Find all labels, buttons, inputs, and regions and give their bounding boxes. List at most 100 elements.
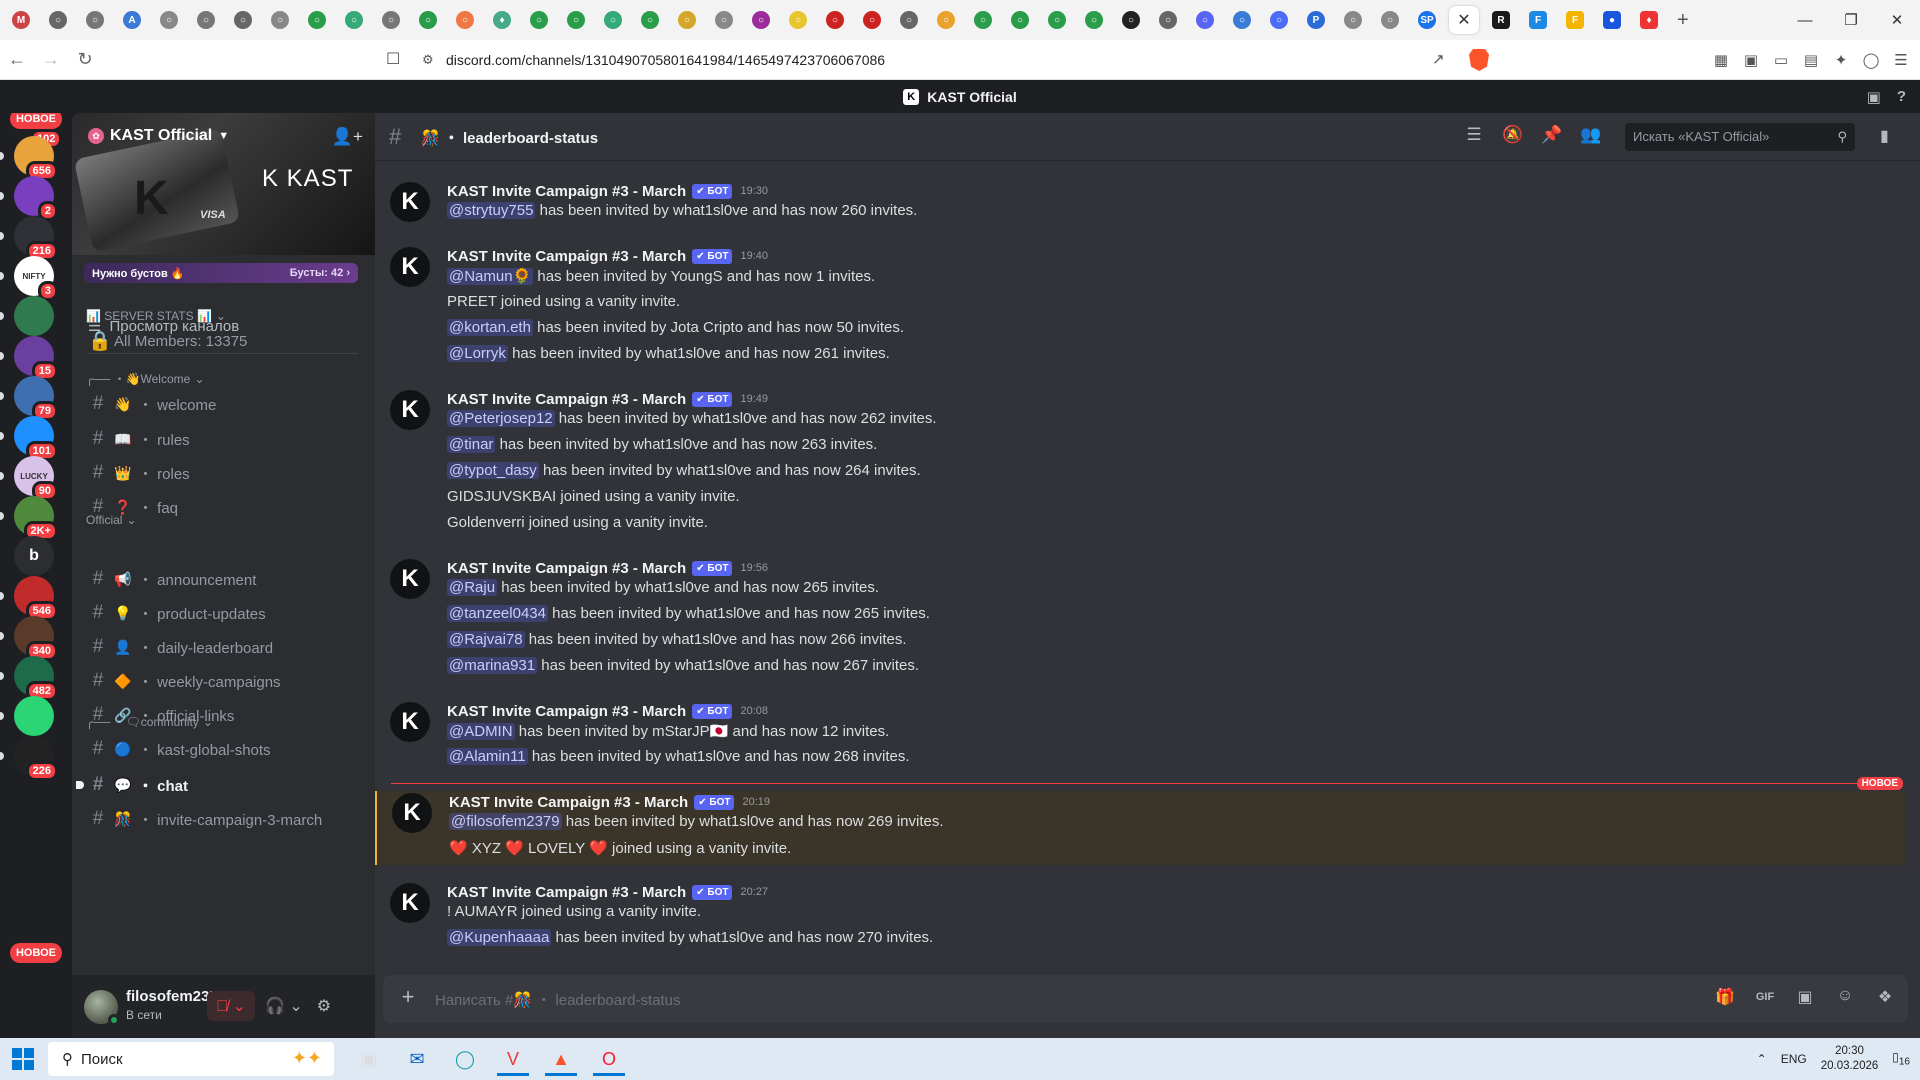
browser-tab[interactable]: A <box>117 6 147 34</box>
browser-tab[interactable]: ○ <box>709 6 739 34</box>
inbox-icon[interactable]: ▮ <box>1880 126 1889 146</box>
sticker-icon[interactable]: ▣ <box>1792 987 1818 1007</box>
extensions-icon[interactable]: ▦ <box>1706 51 1736 69</box>
server-icon[interactable]: 216 <box>14 216 58 261</box>
user-mention[interactable]: @ADMIN <box>447 723 515 740</box>
user-mention[interactable]: @kortan.eth <box>447 319 533 336</box>
server-icon[interactable]: 79 <box>14 376 58 421</box>
browser-tab[interactable]: ○ <box>1079 6 1109 34</box>
browser-tab[interactable]: ○ <box>746 6 776 34</box>
clock[interactable]: 20:30 20.03.2026 <box>1821 1044 1879 1074</box>
browser-tab[interactable]: ○ <box>561 6 591 34</box>
close-tab-icon[interactable]: ✕ <box>1455 11 1473 29</box>
gif-icon[interactable]: GIF <box>1752 987 1778 1007</box>
mute-mic-button[interactable]: 🎙̸ ⌄ <box>207 991 255 1021</box>
browser-tab[interactable]: ○ <box>968 6 998 34</box>
browser-tab[interactable]: ○ <box>413 6 443 34</box>
tray-overflow-icon[interactable]: ⌃ <box>1757 1052 1767 1066</box>
wallet-icon[interactable]: ▤ <box>1796 51 1826 69</box>
user-mention[interactable]: @marina931 <box>447 657 538 674</box>
user-mention[interactable]: @Kupenhaaaa <box>447 929 552 946</box>
channel-chat[interactable]: # 💬 ・ chat <box>76 769 363 801</box>
headphones-button[interactable]: 🎧 ⌄ <box>261 991 307 1021</box>
browser-tab[interactable]: ○ <box>1375 6 1405 34</box>
leo-icon[interactable]: ✦ <box>1826 51 1856 69</box>
server-icon[interactable] <box>14 696 54 736</box>
tab-search-icon[interactable]: ▣ <box>1736 51 1766 69</box>
channel-announcement[interactable]: # 📢 ・ announcement <box>88 563 363 595</box>
notifications-muted-icon[interactable]: 🔕 <box>1502 125 1524 145</box>
stat-channel-members[interactable]: 🔒 All Members: 13375 <box>88 325 363 357</box>
member-list-icon[interactable]: 👥 <box>1580 125 1602 145</box>
bookmark-icon[interactable]: ☐ <box>386 49 400 69</box>
browser-tab[interactable]: ○ <box>894 6 924 34</box>
browser-tab[interactable]: ○ <box>302 6 332 34</box>
browser-tab[interactable]: ○ <box>857 6 887 34</box>
channel-kast-global-shots[interactable]: # 🔵 ・ kast-global-shots <box>88 733 363 765</box>
user-mention[interactable]: @Rajvai78 <box>447 631 525 648</box>
server-icon[interactable]: 340 <box>14 616 58 661</box>
server-icon[interactable] <box>14 296 54 336</box>
user-mention[interactable]: @Raju <box>447 579 498 596</box>
browser-tab[interactable]: ○ <box>1190 6 1220 34</box>
browser-tab[interactable]: ○ <box>1116 6 1146 34</box>
browser-tab[interactable]: ○ <box>191 6 221 34</box>
server-icon[interactable]: 226 <box>14 736 58 781</box>
threads-icon[interactable]: ☰ <box>1463 125 1485 145</box>
bot-avatar[interactable]: K <box>390 182 430 222</box>
browser-tab[interactable]: ○ <box>1264 6 1294 34</box>
back-icon[interactable]: ← <box>0 43 34 77</box>
browser-tab[interactable]: ○ <box>635 6 665 34</box>
browser-tab[interactable]: F <box>1560 6 1590 34</box>
message-author[interactable]: KAST Invite Campaign #3 - March <box>449 794 688 811</box>
browser-tab[interactable]: ○ <box>228 6 258 34</box>
channel-official-links[interactable]: # 🔗 ・ official-links <box>88 699 363 731</box>
browser-tab[interactable]: ○ <box>1227 6 1257 34</box>
brave-icon[interactable]: ▲ <box>537 1042 585 1076</box>
channel-invite-campaign[interactable]: # 🎊 ・ invite-campaign-3-march <box>88 803 363 835</box>
channel-daily-leaderboard[interactable]: # 👤 ・ daily-leaderboard <box>88 631 363 663</box>
invite-people-icon[interactable]: 👤+ <box>332 127 363 147</box>
server-icon[interactable]: b <box>14 536 54 576</box>
browser-tab-active[interactable]: ✕ <box>1449 6 1479 34</box>
edge-icon[interactable]: ◯ <box>441 1042 489 1076</box>
settings-gear-icon[interactable]: ⚙ <box>313 991 335 1021</box>
user-mention[interactable]: @Alamin11 <box>447 748 528 765</box>
task-view-icon[interactable]: ▣ <box>345 1042 393 1076</box>
browser-tab[interactable]: ○ <box>80 6 110 34</box>
start-button[interactable] <box>12 1048 34 1070</box>
user-mention[interactable]: @Namun🌻 <box>447 268 534 285</box>
server-icon[interactable]: 656 <box>14 136 58 181</box>
reload-icon[interactable]: ↻ <box>68 43 102 77</box>
channel-weekly-campaigns[interactable]: # 🔶 ・ weekly-campaigns <box>88 665 363 697</box>
vpn-icon[interactable]: ◯ <box>1856 51 1886 69</box>
bot-avatar[interactable]: K <box>392 793 432 833</box>
browser-tab[interactable]: ○ <box>154 6 184 34</box>
restore-icon[interactable]: ❐ <box>1828 0 1874 40</box>
browser-tab[interactable]: ○ <box>43 6 73 34</box>
channel-rules[interactable]: # 📖 ・ rules <box>88 423 363 455</box>
browser-tab[interactable]: ○ <box>1005 6 1035 34</box>
server-icon[interactable]: LUCKY 90 <box>14 456 58 501</box>
screen-share-icon[interactable]: ▣ <box>1867 88 1881 106</box>
brave-shield-icon[interactable] <box>1469 49 1489 71</box>
taskbar-search[interactable]: ⚲ Поиск ✦✦ <box>48 1042 334 1076</box>
browser-tab[interactable]: ○ <box>1042 6 1072 34</box>
bot-avatar[interactable]: K <box>390 702 430 742</box>
boost-progress-bar[interactable]: Нужно бустов 🔥 Бусты: 42 › <box>84 263 358 283</box>
browser-tab[interactable]: ○ <box>783 6 813 34</box>
search-input[interactable]: Искать «KAST Official» ⚲ <box>1625 123 1855 151</box>
browser-tab[interactable]: R <box>1486 6 1516 34</box>
help-icon[interactable]: ? <box>1897 88 1906 106</box>
bot-avatar[interactable]: K <box>390 883 430 923</box>
user-mention[interactable]: @Peterjosep12 <box>447 410 555 427</box>
browser-tab[interactable]: ● <box>1597 6 1627 34</box>
server-icon[interactable]: 15 <box>14 336 58 381</box>
message-composer[interactable]: + Написать #🎊 ・ leaderboard-status 🎁 GIF… <box>383 975 1908 1023</box>
message-author[interactable]: KAST Invite Campaign #3 - March <box>447 391 686 408</box>
channel-welcome[interactable]: # 👋 ・ welcome <box>88 388 363 420</box>
notification-center-icon[interactable]: ▯16 <box>1892 1050 1910 1067</box>
message-author[interactable]: KAST Invite Campaign #3 - March <box>447 703 686 720</box>
pin-icon[interactable]: 📌 <box>1541 125 1563 145</box>
server-icon[interactable]: 2K+ <box>14 496 58 541</box>
